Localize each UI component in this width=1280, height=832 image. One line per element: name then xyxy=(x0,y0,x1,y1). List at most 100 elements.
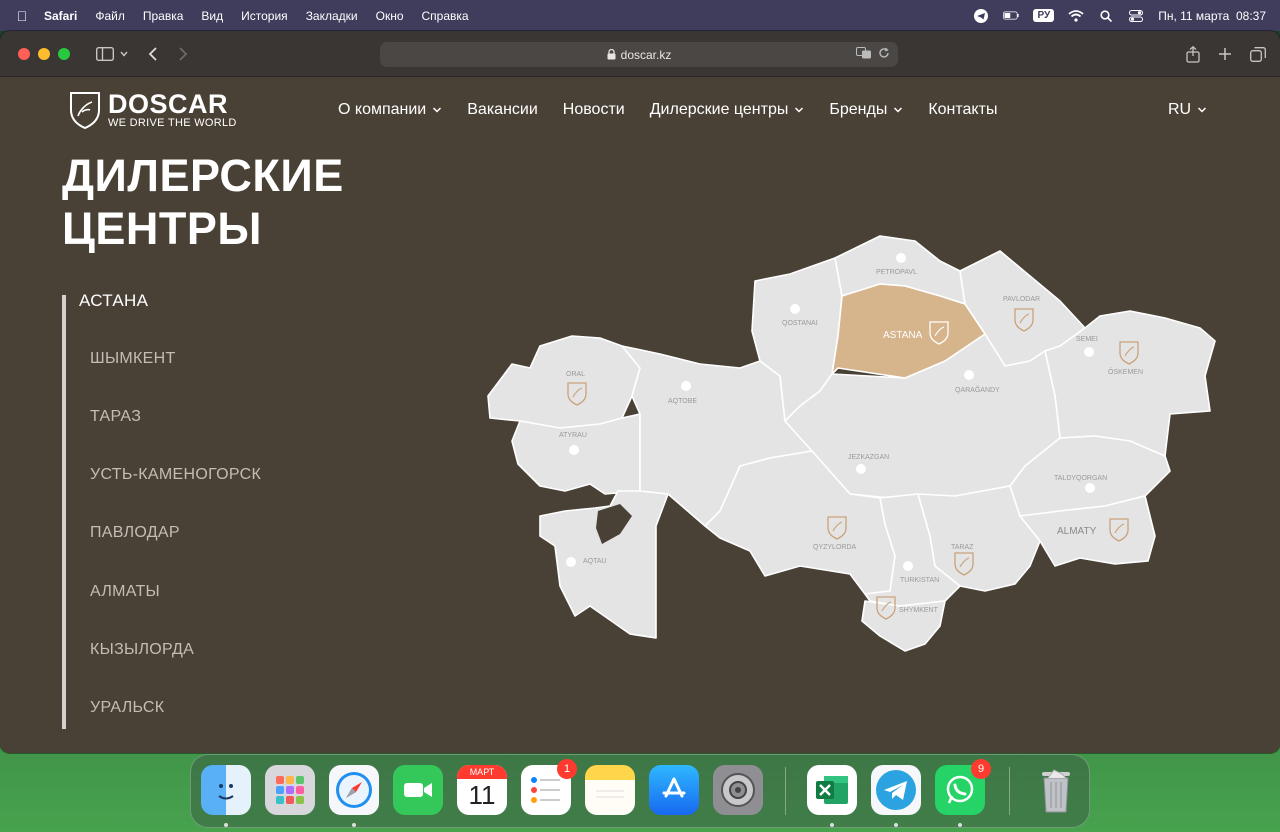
app-store-icon[interactable] xyxy=(649,765,699,815)
map-label-pavlodar: PAVLODAR xyxy=(1003,296,1040,303)
menu-help[interactable]: Справка xyxy=(422,9,469,23)
nav-vacancies[interactable]: Вакансии xyxy=(467,101,538,119)
back-icon[interactable] xyxy=(148,42,158,66)
map-label-turkistan: TURKISTAN xyxy=(900,577,939,584)
page-title: ДИЛЕРСКИЕ ЦЕНТРЫ xyxy=(62,149,344,255)
menu-history[interactable]: История xyxy=(241,9,288,23)
marker-petropavl[interactable] xyxy=(896,253,906,263)
trash-icon[interactable] xyxy=(1031,765,1081,815)
battery-icon[interactable] xyxy=(1003,9,1020,23)
wifi-icon[interactable] xyxy=(1068,9,1084,23)
city-item-kyzylorda[interactable]: КЫЗЫЛОРДА xyxy=(90,641,194,659)
lock-icon xyxy=(607,49,616,60)
safari-running-dot xyxy=(352,823,356,827)
menu-app-name[interactable]: Safari xyxy=(44,9,77,23)
url-text: doscar.kz xyxy=(620,47,672,62)
dock: МАРТ 11 1 9 xyxy=(190,754,1090,828)
nav-contacts-label: Контакты xyxy=(928,101,998,118)
kazakhstan-map: PETROPAVL QOSTANAI PAVLODAR SEMEI ÖSKEME… xyxy=(484,233,1224,698)
page-title-line2: ЦЕНТРЫ xyxy=(62,203,262,254)
excel-icon[interactable] xyxy=(807,765,857,815)
city-item-pavlodar[interactable]: ПАВЛОДАР xyxy=(90,524,180,542)
new-tab-icon[interactable] xyxy=(1218,42,1232,66)
page-title-line1: ДИЛЕРСКИЕ xyxy=(62,150,344,201)
menu-view[interactable]: Вид xyxy=(201,9,223,23)
logo-shield-icon xyxy=(70,92,100,130)
marker-taldyqorgan[interactable] xyxy=(1085,483,1095,493)
dock-separator xyxy=(785,767,786,815)
nav-news[interactable]: Новости xyxy=(563,101,625,119)
chevron-down-icon xyxy=(433,107,442,113)
telegram-running-dot xyxy=(894,823,898,827)
apple-menu-icon[interactable]:  xyxy=(0,8,44,24)
nav-dealers[interactable]: Дилерские центры xyxy=(650,101,805,119)
city-item-taraz[interactable]: ТАРАЗ xyxy=(90,408,141,426)
menu-file[interactable]: Файл xyxy=(95,9,125,23)
chevron-down-icon xyxy=(1198,107,1207,113)
calendar-month: МАРТ xyxy=(457,765,507,779)
marker-semei[interactable] xyxy=(1084,347,1094,357)
menu-edit[interactable]: Правка xyxy=(143,9,184,23)
city-item-uralsk[interactable]: УРАЛЬСК xyxy=(90,699,164,717)
web-page: DOSCAR WE DRIVE THE WORLD О компании Вак… xyxy=(0,77,1280,753)
city-item-almaty[interactable]: АЛМАТЫ xyxy=(90,583,160,601)
marker-aqtobe[interactable] xyxy=(681,381,691,391)
forward-icon[interactable] xyxy=(178,42,188,66)
chevron-down-icon xyxy=(795,107,804,113)
map-label-qyzylorda: QYZYLORDA xyxy=(813,544,857,551)
language-selector[interactable]: RU xyxy=(1168,101,1207,119)
sidebar-toggle-icon[interactable] xyxy=(96,42,114,66)
nav-about-label: О компании xyxy=(338,101,427,118)
dock-separator xyxy=(1009,767,1010,815)
spotlight-search-icon[interactable] xyxy=(1098,9,1114,23)
tab-group-chevron-icon[interactable] xyxy=(120,42,128,66)
marker-qaragandy[interactable] xyxy=(964,370,974,380)
city-item-shymkent[interactable]: ШЫМКЕНТ xyxy=(90,350,176,368)
system-settings-icon[interactable] xyxy=(713,765,763,815)
marker-atyrau[interactable] xyxy=(569,445,579,455)
map-label-almaty: ALMATY xyxy=(1057,526,1097,537)
input-source-badge[interactable]: РУ xyxy=(1033,9,1055,22)
facetime-icon[interactable] xyxy=(393,765,443,815)
map-svg: PETROPAVL QOSTANAI PAVLODAR SEMEI ÖSKEME… xyxy=(487,235,1216,652)
site-logo[interactable]: DOSCAR WE DRIVE THE WORLD xyxy=(68,90,237,130)
calendar-day: 11 xyxy=(468,780,496,810)
map-label-shymkent: SHYMKENT xyxy=(899,607,939,614)
launchpad-icon[interactable] xyxy=(265,765,315,815)
marker-turkistan[interactable] xyxy=(903,561,913,571)
menu-window[interactable]: Окно xyxy=(376,9,404,23)
tab-overview-icon[interactable] xyxy=(1250,42,1266,66)
close-window-button[interactable] xyxy=(18,47,30,60)
control-center-icon[interactable] xyxy=(1128,9,1144,23)
minimize-window-button[interactable] xyxy=(38,47,50,60)
map-label-qaragandy: QARAĞANDY xyxy=(955,385,1000,394)
city-item-ust-kamenogorsk[interactable]: УСТЬ-КАМЕНОГОРСК xyxy=(90,466,261,484)
translate-icon[interactable] xyxy=(856,47,872,62)
zoom-window-button[interactable] xyxy=(58,47,70,60)
city-item-astana[interactable]: АСТАНА xyxy=(79,291,148,311)
map-label-taraz: TARAZ xyxy=(951,544,974,551)
marker-qostanai[interactable] xyxy=(790,304,800,314)
map-label-qostanai: QOSTANAI xyxy=(782,320,818,327)
calendar-icon[interactable]: МАРТ 11 xyxy=(457,765,507,815)
region-oral[interactable] xyxy=(487,335,641,429)
finder-icon[interactable] xyxy=(201,765,251,815)
map-label-oral: ORAL xyxy=(566,371,585,378)
marker-aqtau[interactable] xyxy=(566,557,576,567)
whatsapp-icon[interactable]: 9 xyxy=(935,759,991,815)
nav-about[interactable]: О компании xyxy=(338,101,442,119)
telegram-status-icon[interactable] xyxy=(973,8,989,23)
map-label-astana: ASTANA xyxy=(883,330,923,341)
address-bar[interactable]: doscar.kz xyxy=(380,42,898,67)
nav-contacts[interactable]: Контакты xyxy=(928,101,997,119)
reminders-icon[interactable]: 1 xyxy=(521,759,577,815)
telegram-icon[interactable] xyxy=(871,765,921,815)
notes-icon[interactable] xyxy=(585,765,635,815)
marker-zhezkazgan[interactable] xyxy=(856,464,866,474)
safari-app-icon[interactable] xyxy=(329,765,379,815)
share-icon[interactable] xyxy=(1186,42,1200,66)
menu-bookmarks[interactable]: Закладки xyxy=(306,9,358,23)
reload-icon[interactable] xyxy=(878,47,890,62)
menubar-clock[interactable]: Пн, 11 марта 08:37 xyxy=(1158,9,1266,23)
nav-brands[interactable]: Бренды xyxy=(829,101,903,119)
